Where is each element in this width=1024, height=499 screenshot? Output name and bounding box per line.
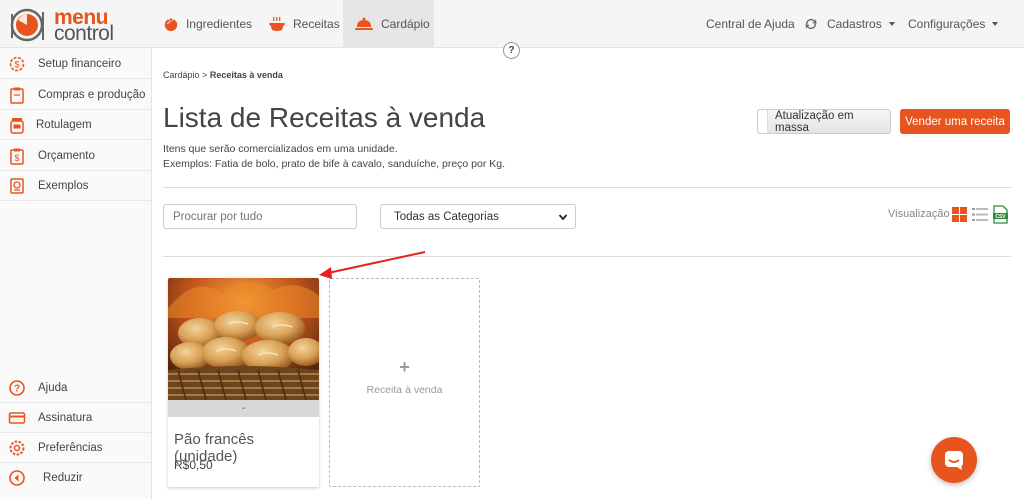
sidebar: $ Setup financeiro Compras e produção Ro… (0, 48, 152, 499)
nav-label: Central de Ajuda (706, 17, 795, 31)
recipe-card[interactable]: - Pão francês (unidade) R$0,50 (168, 278, 319, 487)
budget-document-icon: $ (10, 148, 24, 165)
sidebar-item-reduzir[interactable]: Reduzir (0, 463, 151, 493)
top-navbar: menu control Ingredientes Receitas Cardá… (0, 0, 1024, 48)
examples-icon (10, 177, 24, 194)
category-selected-value: Todas as Categorias (394, 210, 499, 223)
tomato-icon (164, 16, 178, 32)
chat-widget-button[interactable] (931, 437, 977, 483)
search-input[interactable] (163, 204, 357, 229)
plus-icon: + (399, 357, 410, 377)
nav-help-center[interactable]: Central de Ajuda (706, 0, 818, 48)
csv-export-icon[interactable]: CSV (992, 205, 1009, 224)
nav-label: Cardápio (381, 17, 430, 31)
nav-receitas[interactable]: Receitas (257, 0, 343, 48)
svg-text:$: $ (14, 153, 19, 163)
sidebar-item-label: Rotulagem (36, 118, 92, 131)
toggle-edge (758, 110, 768, 133)
sidebar-item-preferencias[interactable]: Preferências (0, 433, 151, 463)
breadcrumb-current: Receitas à venda (209, 70, 283, 80)
sidebar-item-label: Setup financeiro (38, 57, 122, 70)
mass-update-label: Atualização em massa (775, 109, 854, 134)
sidebar-item-label: Ajuda (38, 381, 68, 394)
nav-cadastros-dropdown[interactable]: Cadastros (827, 0, 895, 48)
recipe-category-strip: - (168, 400, 319, 417)
svg-text:$: $ (14, 59, 19, 69)
page-title: Lista de Receitas à venda (163, 102, 486, 133)
cloche-icon (355, 17, 373, 30)
sidebar-item-orcamento[interactable]: $ Orçamento (0, 141, 151, 171)
sidebar-item-label: Preferências (38, 441, 103, 454)
annotation-arrow (319, 251, 426, 279)
mass-update-button[interactable]: Atualização em massa (757, 109, 891, 134)
bread-basket-photo (168, 278, 319, 400)
sidebar-item-assinatura[interactable]: Assinatura (0, 403, 151, 433)
recipe-price: R$0,50 (174, 458, 213, 472)
sidebar-item-label: Orçamento (38, 149, 95, 162)
add-card-label: Receita à venda (366, 384, 443, 396)
sidebar-item-label: Compras e produção (38, 88, 146, 101)
sidebar-item-exemplos[interactable]: Exemplos (0, 171, 151, 201)
recipe-photo (168, 278, 319, 400)
sidebar-item-label: Assinatura (38, 411, 93, 424)
jar-label-icon (10, 117, 24, 134)
visualization-label: Visualização (888, 208, 950, 220)
breadcrumb-parent[interactable]: Cardápio (163, 70, 200, 80)
breadcrumb-separator: > (202, 70, 208, 80)
caret-down-icon (888, 22, 895, 26)
question-icon: ? (9, 379, 25, 396)
credit-card-icon (8, 411, 26, 424)
nav-label: Configurações (908, 17, 986, 31)
sidebar-item-setup-financeiro[interactable]: $ Setup financeiro (0, 49, 151, 79)
chat-icon (945, 451, 963, 470)
svg-text:?: ? (14, 383, 20, 394)
page-description-line2: Exemplos: Fatia de bolo, prato de bife à… (163, 158, 506, 170)
list-view-icon[interactable] (972, 207, 988, 222)
nav-label: Ingredientes (185, 17, 252, 31)
clipboard-icon (10, 87, 24, 104)
grid-view-icon[interactable] (952, 207, 967, 222)
gear-icon (9, 440, 25, 455)
chevron-down-icon (558, 214, 568, 221)
cooking-pot-icon (269, 16, 285, 31)
sidebar-item-compras[interactable]: Compras e produção (0, 80, 151, 110)
nav-cardapio[interactable]: Cardápio (343, 0, 434, 48)
svg-text:CSV: CSV (995, 214, 1006, 220)
sidebar-item-ajuda[interactable]: ? Ajuda (0, 373, 151, 403)
caret-down-icon (992, 22, 999, 26)
sidebar-item-label: Exemplos (38, 179, 89, 192)
divider (163, 187, 1011, 188)
brand-name-bottom: control (54, 22, 114, 45)
add-recipe-for-sale-card[interactable]: + Receita à venda (329, 278, 480, 487)
breadcrumb: Cardápio > Receitas à venda (163, 70, 283, 80)
nav-ingredientes[interactable]: Ingredientes (152, 0, 252, 48)
logo-plate-icon (10, 8, 44, 42)
help-question-icon[interactable]: ? (503, 42, 520, 59)
refresh-icon (805, 19, 817, 29)
sidebar-item-label: Reduzir (43, 472, 83, 484)
nav-label: Receitas (293, 17, 340, 31)
collapse-left-icon (9, 470, 25, 486)
nav-configuracoes-dropdown[interactable]: Configurações (908, 0, 999, 48)
divider (163, 256, 1011, 257)
page-description-line1: Itens que serão comercializados em uma u… (163, 143, 398, 155)
category-select[interactable]: Todas as Categorias (380, 204, 576, 229)
brand-logo[interactable]: menu control (10, 6, 150, 45)
sell-recipe-button[interactable]: Vender uma receita (900, 109, 1010, 134)
gear-dollar-icon: $ (9, 56, 25, 71)
sidebar-item-rotulagem[interactable]: Rotulagem (0, 110, 151, 140)
nav-label: Cadastros (827, 17, 882, 31)
